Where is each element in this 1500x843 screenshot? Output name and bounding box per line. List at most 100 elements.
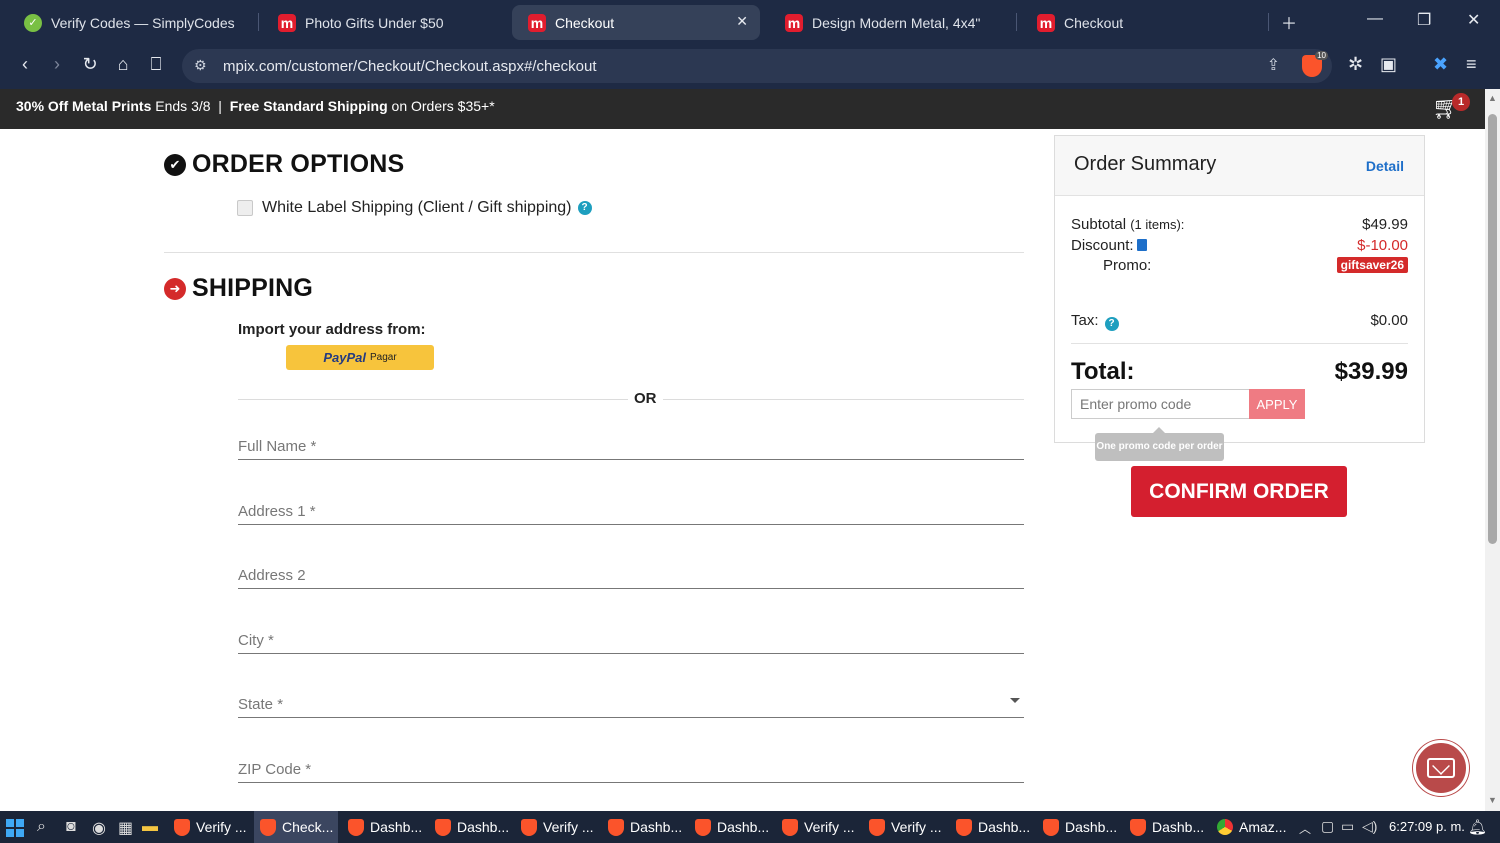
chrome-icon <box>1217 819 1233 835</box>
taskbar-item[interactable]: Dashb... <box>1124 811 1206 843</box>
home-icon[interactable]: ⌂ <box>111 54 135 75</box>
camera-icon[interactable]: ◙ <box>66 818 76 836</box>
tab-title: Verify Codes — SimplyCodes <box>51 14 235 31</box>
scroll-down-icon[interactable]: ▼ <box>1488 795 1497 805</box>
taskbar-item-label: Dashb... <box>457 819 510 835</box>
scrollbar-thumb[interactable] <box>1488 114 1497 544</box>
discount-label: Discount: <box>1071 237 1134 254</box>
calculator-icon[interactable]: ▦ <box>118 818 133 838</box>
restore-icon[interactable]: ❐ <box>1417 10 1431 30</box>
full-name-input[interactable] <box>238 424 1024 459</box>
banner-separator: | <box>210 98 230 114</box>
check-circle-icon: ✔ <box>164 153 186 176</box>
tab-checkout-active[interactable]: m Checkout ✕ <box>512 5 760 40</box>
windows-start-icon[interactable] <box>6 819 24 837</box>
maps-icon[interactable]: ◉ <box>92 818 106 838</box>
minimize-icon[interactable]: — <box>1367 10 1383 28</box>
extensions-icon[interactable]: ✲ <box>1348 54 1363 75</box>
brave-shields-icon[interactable]: 10 <box>1302 51 1328 77</box>
taskbar-item[interactable]: Verify ... <box>776 811 858 843</box>
tab-verify-codes[interactable]: ✓ Verify Codes — SimplyCodes <box>8 5 252 40</box>
bookmark-icon[interactable]: ⎕ <box>144 54 168 75</box>
banner-text[interactable]: 30% Off Metal Prints Ends 3/8 | Free Sta… <box>16 98 495 114</box>
taskbar-item-label: Verify ... <box>196 819 247 835</box>
confirm-order-button[interactable]: CONFIRM ORDER <box>1131 466 1347 517</box>
scroll-up-icon[interactable]: ▲ <box>1488 93 1497 103</box>
forward-icon[interactable]: › <box>45 54 69 75</box>
network-icon[interactable]: ▭ <box>1341 818 1354 835</box>
tab-checkout-2[interactable]: m Checkout <box>1021 5 1265 40</box>
city-input[interactable] <box>238 618 1024 653</box>
taskbar-item[interactable]: Verify ... <box>168 811 250 843</box>
share-icon[interactable]: ⇪ <box>1267 55 1280 75</box>
chat-button[interactable] <box>1413 740 1469 796</box>
chevron-down-icon[interactable] <box>1010 698 1020 703</box>
taskbar-item-label: Verify ... <box>543 819 594 835</box>
taskbar-item-label: Check... <box>282 819 334 835</box>
page-scrollbar[interactable]: ▲ ▼ <box>1485 89 1500 811</box>
close-window-icon[interactable]: ✕ <box>1467 10 1480 30</box>
address2-field[interactable] <box>238 553 1024 589</box>
reload-icon[interactable]: ↻ <box>78 54 102 75</box>
cart-button[interactable]: 🛒︎ 1 <box>1432 93 1470 121</box>
taskbar-item[interactable]: Dashb... <box>342 811 424 843</box>
brave-icon <box>348 818 364 836</box>
cart-count-badge: 1 <box>1452 93 1470 111</box>
volume-icon[interactable]: ◁) <box>1362 818 1377 835</box>
zip-field[interactable] <box>238 747 1024 783</box>
brave-icon <box>435 818 451 836</box>
notifications-icon[interactable]: 🔔︎ <box>1468 818 1487 836</box>
taskbar-item[interactable]: Dashb... <box>602 811 684 843</box>
address-bar[interactable]: ⚙ mpix.com/customer/Checkout/Checkout.as… <box>182 49 1332 83</box>
order-options-title: ORDER OPTIONS <box>192 150 405 178</box>
mpix-icon: m <box>1037 13 1055 32</box>
discount-value: $-10.00 <box>1357 237 1408 254</box>
address1-input[interactable] <box>238 489 1024 524</box>
taskbar-clock[interactable]: 6:27:09 p. m. <box>1389 819 1465 834</box>
promo-metal-prints-ends: Ends 3/8 <box>151 98 211 114</box>
trash-icon[interactable] <box>1136 239 1147 251</box>
apply-promo-button[interactable]: APPLY <box>1249 389 1305 419</box>
white-label-checkbox[interactable] <box>237 200 253 216</box>
tax-help-icon[interactable]: ? <box>1104 317 1119 331</box>
site-settings-icon[interactable]: ⚙ <box>194 57 207 74</box>
address2-input[interactable] <box>238 553 1024 588</box>
tab-title: Checkout <box>555 14 615 31</box>
reader-icon[interactable]: ▣ <box>1380 54 1397 75</box>
white-label-option[interactable]: White Label Shipping (Client / Gift ship… <box>237 199 592 217</box>
taskbar-item[interactable]: Verify ... <box>863 811 945 843</box>
close-tab-icon[interactable]: ✕ <box>736 13 748 30</box>
taskbar-item-active[interactable]: Check... <box>254 811 338 843</box>
paypal-button[interactable]: PayPal Pagar <box>286 345 434 370</box>
back-icon[interactable]: ‹ <box>13 54 37 75</box>
tab-design-modern-metal[interactable]: m Design Modern Metal, 4x4" <box>769 5 1013 40</box>
full-name-field[interactable] <box>238 424 1024 460</box>
state-select[interactable] <box>238 682 1024 718</box>
tray-window-icon[interactable]: ▢ <box>1321 818 1334 835</box>
extension-k-icon[interactable]: ✖ <box>1433 54 1448 75</box>
zip-input[interactable] <box>238 747 1024 782</box>
taskbar-item[interactable]: Dashb... <box>1037 811 1119 843</box>
address1-field[interactable] <box>238 489 1024 525</box>
taskbar-item[interactable]: Verify ... <box>515 811 597 843</box>
state-input[interactable] <box>238 682 1024 717</box>
new-tab-icon[interactable]: ＋ <box>1281 10 1297 34</box>
taskbar-item[interactable]: Amaz... <box>1211 811 1293 843</box>
taskbar-item-label: Dashb... <box>717 819 770 835</box>
tab-separator <box>1268 13 1269 31</box>
tab-photo-gifts[interactable]: m Photo Gifts Under $50 <box>262 5 506 40</box>
promo-tooltip: One promo code per order <box>1095 427 1224 461</box>
help-icon[interactable]: ? <box>577 201 592 215</box>
folder-icon[interactable]: ▬ <box>142 818 158 836</box>
menu-icon[interactable]: ≡ <box>1466 54 1477 75</box>
taskbar-item[interactable]: Dashb... <box>689 811 771 843</box>
taskbar-item[interactable]: Dashb... <box>429 811 511 843</box>
browser-toolbar: ‹ › ↻ ⌂ ⎕ ⚙ mpix.com/customer/Checkout/C… <box>0 44 1500 89</box>
city-field[interactable] <box>238 618 1024 654</box>
detail-link[interactable]: Detail <box>1366 158 1404 174</box>
taskbar-item[interactable]: Dashb... <box>950 811 1032 843</box>
promo-code-input[interactable] <box>1071 389 1249 419</box>
search-icon[interactable]: ⌕ <box>37 818 46 836</box>
tab-separator <box>1016 13 1017 31</box>
tray-chevron-up-icon[interactable]: ︿ <box>1299 820 1311 837</box>
